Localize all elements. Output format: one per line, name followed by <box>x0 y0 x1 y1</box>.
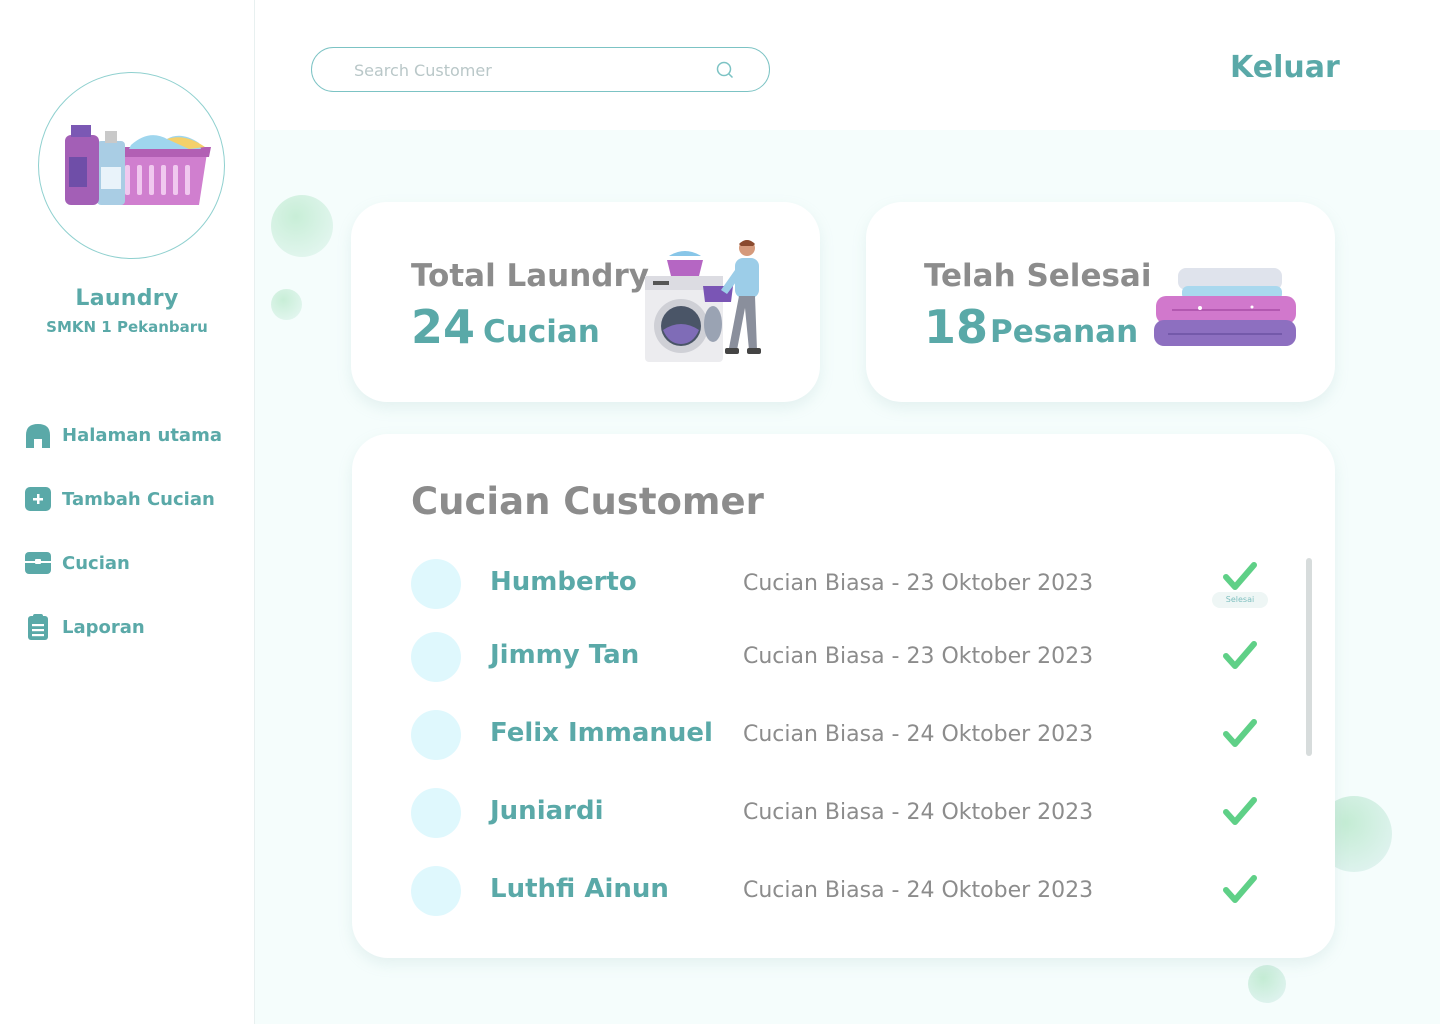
folded-clothes-illustration <box>1152 264 1302 358</box>
stat-value: 18 <box>924 300 989 354</box>
brand-title: Laundry <box>75 286 179 311</box>
checkmark-icon[interactable] <box>1223 640 1257 672</box>
status-tooltip: Selesai <box>1212 592 1268 608</box>
checkmark-icon[interactable] <box>1223 718 1257 750</box>
decorative-bubble <box>271 195 333 257</box>
customer-name[interactable]: Humberto <box>490 567 637 597</box>
stat-unit: Pesanan <box>990 314 1139 350</box>
nav-item-cucian[interactable]: Cucian <box>24 548 130 578</box>
list-item[interactable]: Humberto Cucian Biasa - 23 Oktober 2023 <box>411 559 1291 609</box>
avatar <box>411 559 461 609</box>
washing-machine-illustration <box>641 238 771 374</box>
brand-subtitle: SMKN 1 Pekanbaru <box>46 318 208 336</box>
order-description: Cucian Biasa - 23 Oktober 2023 <box>743 571 1094 596</box>
laundry-logo <box>38 72 225 259</box>
avatar <box>411 710 461 760</box>
clipboard-icon <box>24 613 52 641</box>
avatar <box>411 788 461 838</box>
nav-label: Halaman utama <box>62 424 222 446</box>
nav-item-tambah-cucian[interactable]: Tambah Cucian <box>24 484 215 514</box>
search-bar[interactable] <box>311 47 770 92</box>
nav-label: Tambah Cucian <box>62 488 215 510</box>
search-icon[interactable] <box>716 61 734 79</box>
logout-button[interactable]: Keluar <box>1230 50 1340 85</box>
list-item[interactable]: Felix Immanuel Cucian Biasa - 24 Oktober… <box>411 710 1291 760</box>
search-input[interactable] <box>352 56 696 84</box>
checkmark-icon[interactable] <box>1223 796 1257 828</box>
stat-value: 24 <box>411 300 476 354</box>
basket-icon <box>24 549 52 577</box>
decorative-bubble <box>271 289 302 320</box>
nav-label: Cucian <box>62 552 130 574</box>
list-item[interactable]: Luthfi Ainun Cucian Biasa - 24 Oktober 2… <box>411 866 1291 916</box>
decorative-bubble <box>1248 965 1286 1003</box>
stat-title: Total Laundry <box>411 258 649 294</box>
stat-title: Telah Selesai <box>924 258 1152 294</box>
order-description: Cucian Biasa - 23 Oktober 2023 <box>743 644 1094 669</box>
customer-name[interactable]: Luthfi Ainun <box>490 874 669 904</box>
avatar <box>411 632 461 682</box>
nav-item-halaman-utama[interactable]: Halaman utama <box>24 420 222 450</box>
order-description: Cucian Biasa - 24 Oktober 2023 <box>743 878 1094 903</box>
total-laundry-card: Total Laundry 24 Cucian <box>351 202 820 402</box>
customer-name[interactable]: Felix Immanuel <box>490 718 713 748</box>
completed-card: Telah Selesai 18 Pesanan <box>866 202 1335 402</box>
order-description: Cucian Biasa - 24 Oktober 2023 <box>743 800 1094 825</box>
plus-square-icon <box>24 485 52 513</box>
avatar <box>411 866 461 916</box>
customer-name[interactable]: Jimmy Tan <box>490 640 639 670</box>
sidebar: Laundry SMKN 1 Pekanbaru Halaman utama T… <box>0 0 255 1024</box>
list-item[interactable]: Juniardi Cucian Biasa - 24 Oktober 2023 <box>411 788 1291 838</box>
stat-unit: Cucian <box>483 314 600 350</box>
checkmark-icon[interactable] <box>1223 561 1257 593</box>
list-title: Cucian Customer <box>411 480 764 523</box>
home-icon <box>24 421 52 449</box>
list-item[interactable]: Jimmy Tan Cucian Biasa - 23 Oktober 2023 <box>411 632 1291 682</box>
nav-item-laporan[interactable]: Laporan <box>24 612 145 642</box>
list-scrollbar[interactable] <box>1306 558 1312 756</box>
customer-name[interactable]: Juniardi <box>490 796 604 826</box>
checkmark-icon[interactable] <box>1223 874 1257 906</box>
nav-label: Laporan <box>62 616 145 638</box>
order-description: Cucian Biasa - 24 Oktober 2023 <box>743 722 1094 747</box>
